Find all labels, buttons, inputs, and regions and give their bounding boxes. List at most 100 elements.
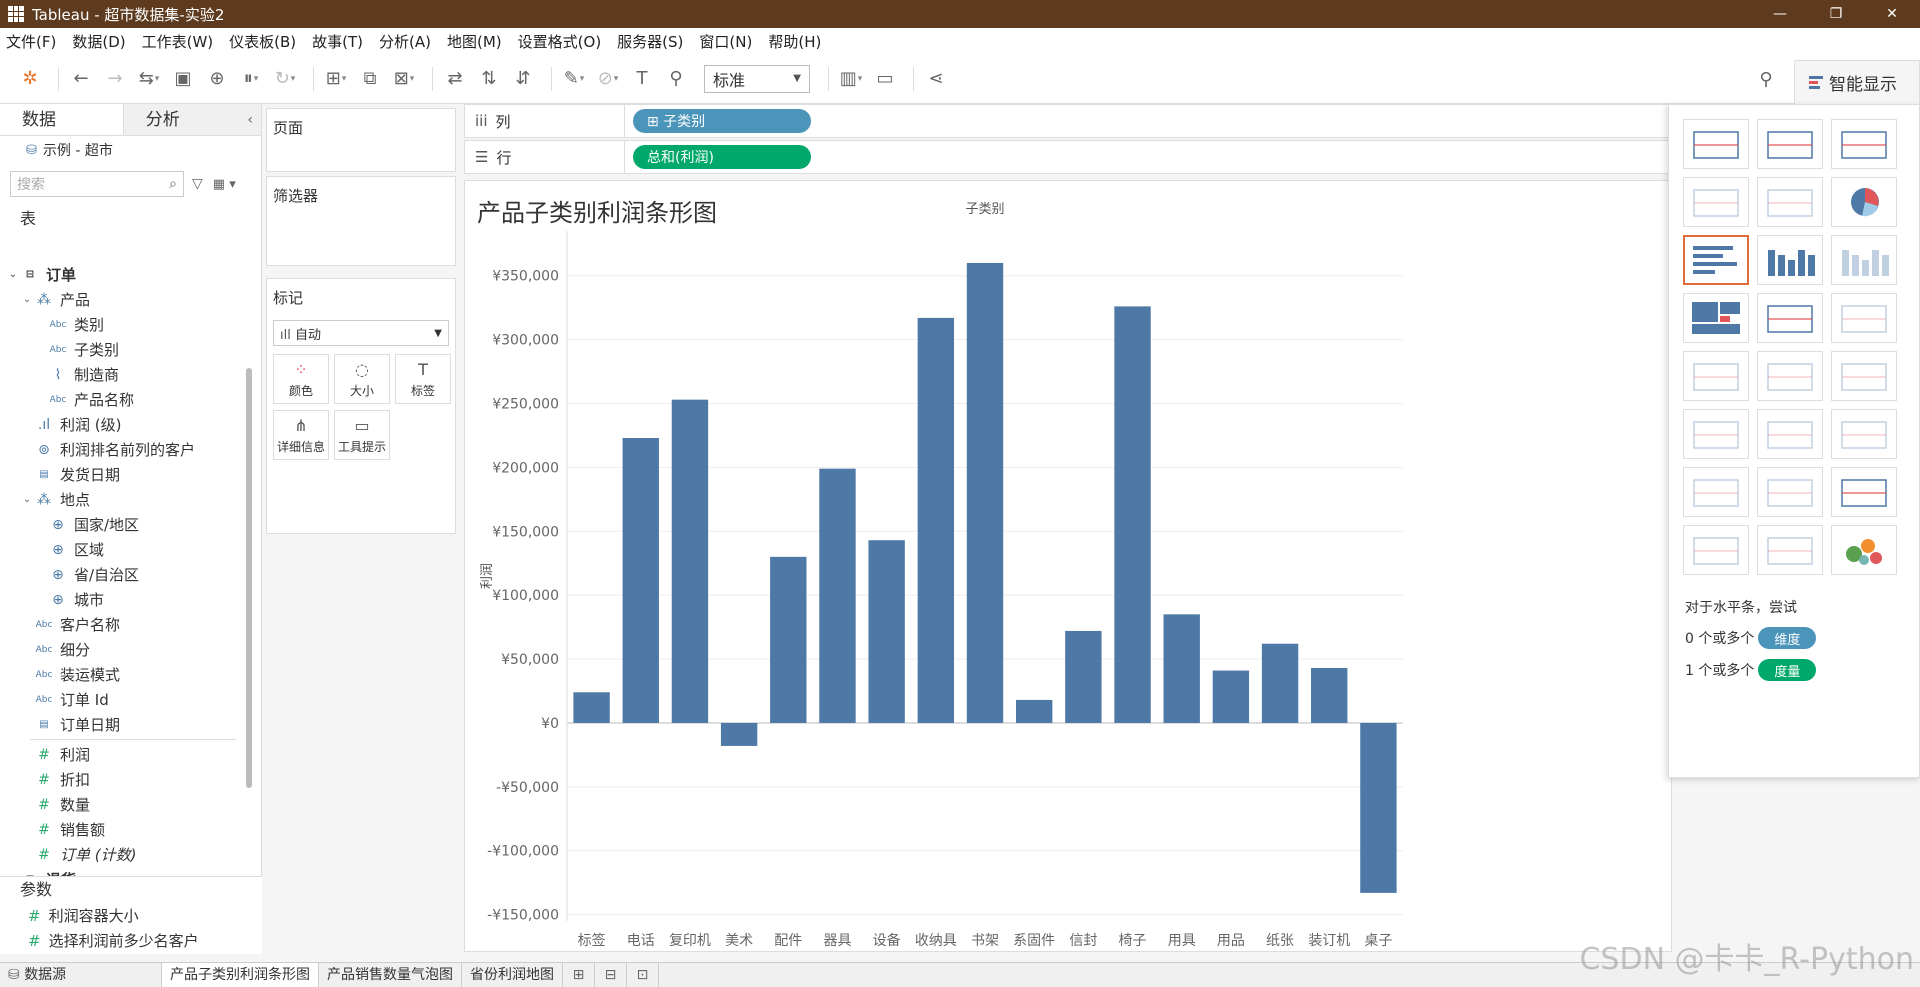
lines-continuous-chart-icon[interactable] xyxy=(1683,351,1749,401)
expand-toggle-icon[interactable]: ⌄ xyxy=(20,494,34,505)
filled-map-chart-icon[interactable] xyxy=(1757,177,1823,227)
sheet-tab[interactable]: 产品子类别利润条形图 xyxy=(162,962,319,987)
menu-file[interactable]: 文件(F) xyxy=(6,31,56,52)
field-item[interactable]: ⌇ 制造商 xyxy=(0,362,246,387)
field-item[interactable]: ⌄ ⁂ 产品 xyxy=(0,287,246,312)
menu-format[interactable]: 设置格式(O) xyxy=(518,31,602,52)
redo-icon[interactable]: → xyxy=(101,65,129,93)
new-story-icon[interactable]: ⊡ xyxy=(627,962,659,987)
filters-card[interactable]: 筛选器 xyxy=(266,176,456,266)
sheet-tab[interactable]: 省份利润地图 xyxy=(462,962,563,987)
datasource-item[interactable]: ⛁ 示例 - 超市 xyxy=(0,136,261,164)
dual-combination-chart-icon[interactable] xyxy=(1831,409,1897,459)
menu-dashboard[interactable]: 仪表板(B) xyxy=(229,31,296,52)
gantt-chart-icon[interactable] xyxy=(1683,525,1749,575)
lines-discrete-chart-icon[interactable] xyxy=(1757,351,1823,401)
presentation-mode-icon[interactable]: ▭ xyxy=(871,65,899,93)
expand-toggle-icon[interactable]: ⌄ xyxy=(6,269,20,280)
fit-dropdown[interactable]: 标准 ▼ xyxy=(704,64,810,93)
field-item[interactable]: # 折扣 xyxy=(0,767,246,792)
field-item[interactable]: Abc 订单 Id xyxy=(0,687,246,712)
highlight-icon[interactable]: ✎ xyxy=(560,65,588,93)
menu-analysis[interactable]: 分析(A) xyxy=(379,31,431,52)
scatter-plot-chart-icon[interactable] xyxy=(1683,467,1749,517)
treemap-chart-icon[interactable] xyxy=(1683,293,1749,343)
smart-show-tab[interactable]: 智能显示 xyxy=(1794,60,1920,104)
field-item[interactable]: ⊕ 省/自治区 xyxy=(0,562,246,587)
box-whisker-chart-icon[interactable] xyxy=(1831,467,1897,517)
parameter-item[interactable]: # 选择利润前多少名客户 xyxy=(0,928,262,953)
duplicate-sheet-icon[interactable]: ⧉ xyxy=(356,65,384,93)
field-item[interactable]: ▤ 发货日期 xyxy=(0,462,246,487)
field-item[interactable]: ⌄ ⊟ 订单 xyxy=(0,262,246,287)
filter-icon[interactable]: ▽ xyxy=(192,176,203,192)
label-button[interactable]: T 标签 xyxy=(395,354,451,404)
minimize-button[interactable]: — xyxy=(1752,0,1808,28)
field-item[interactable]: ⊚ 利润排名前列的客户 xyxy=(0,437,246,462)
field-item[interactable]: Abc 类别 xyxy=(0,312,246,337)
field-item[interactable]: # 订单 (计数) xyxy=(0,842,246,867)
area-continuous-chart-icon[interactable] xyxy=(1683,409,1749,459)
field-item[interactable]: ⊕ 国家/地区 xyxy=(0,512,246,537)
horizontal-bars-chart-icon[interactable] xyxy=(1683,235,1749,285)
new-worksheet-icon[interactable]: ⊞ xyxy=(322,65,350,93)
tab-data[interactable]: 数据 xyxy=(0,104,124,135)
tooltip-button[interactable]: ▭ 工具提示 xyxy=(334,410,390,460)
menu-server[interactable]: 服务器(S) xyxy=(617,31,683,52)
packed-bubbles-chart-icon[interactable] xyxy=(1831,525,1897,575)
size-button[interactable]: ◌ 大小 xyxy=(334,354,390,404)
collapse-pane-icon[interactable]: ‹ xyxy=(247,104,261,135)
detail-button[interactable]: ⋔ 详细信息 xyxy=(273,410,329,460)
search-input[interactable]: 搜索 ⌕ xyxy=(10,171,184,197)
field-item[interactable]: Abc 细分 xyxy=(0,637,246,662)
fix-axes-icon[interactable]: ⚲ xyxy=(662,65,690,93)
symbol-map-chart-icon[interactable] xyxy=(1683,177,1749,227)
new-dashboard-icon[interactable]: ⊟ xyxy=(595,962,627,987)
save-icon[interactable]: ▣ xyxy=(169,65,197,93)
pages-card[interactable]: 页面 xyxy=(266,108,456,172)
heat-map-chart-icon[interactable] xyxy=(1757,119,1823,169)
menu-worksheet[interactable]: 工作表(W) xyxy=(142,31,214,52)
new-datasource-icon[interactable]: ⊕ xyxy=(203,65,231,93)
field-item[interactable]: ⌄ ⁂ 地点 xyxy=(0,487,246,512)
tab-analysis[interactable]: 分析 xyxy=(123,104,248,135)
group-members-icon[interactable]: ⊘ xyxy=(594,65,622,93)
field-item[interactable]: # 数量 xyxy=(0,792,246,817)
new-worksheet-icon[interactable]: ⊞ xyxy=(563,962,595,987)
tableau-home-icon[interactable]: ✲ xyxy=(16,65,44,93)
sheet-tab[interactable]: 产品销售数量气泡图 xyxy=(319,962,462,987)
text-table-chart-icon[interactable] xyxy=(1683,119,1749,169)
data-pane-scrollbar[interactable] xyxy=(246,368,252,788)
swap-rows-columns-icon[interactable]: ⇄ xyxy=(441,65,469,93)
field-item[interactable]: Abc 装运模式 xyxy=(0,662,246,687)
side-by-side-circles-chart-icon[interactable] xyxy=(1831,293,1897,343)
replay-icon[interactable]: ⇆ xyxy=(135,65,163,93)
pin-icon[interactable]: ⚲ xyxy=(1752,69,1780,90)
menu-story[interactable]: 故事(T) xyxy=(312,31,363,52)
maximize-button[interactable]: ❐ xyxy=(1808,0,1864,28)
field-item[interactable]: ⊕ 区域 xyxy=(0,537,246,562)
field-item[interactable]: Abc 产品名称 xyxy=(0,387,246,412)
undo-icon[interactable]: ← xyxy=(67,65,95,93)
pie-chart-chart-icon[interactable] xyxy=(1831,177,1897,227)
columns-shelf[interactable]: iii 列 ⊞ 子类别 xyxy=(464,104,1672,138)
color-button[interactable]: ⁘ 颜色 xyxy=(273,354,329,404)
bullet-chart-icon[interactable] xyxy=(1757,525,1823,575)
sort-descending-icon[interactable]: ⇵ xyxy=(509,65,537,93)
field-item[interactable]: ▤ 订单日期 xyxy=(0,712,246,737)
menu-data[interactable]: 数据(D) xyxy=(72,31,125,52)
area-discrete-chart-icon[interactable] xyxy=(1757,409,1823,459)
expand-toggle-icon[interactable]: ⌄ xyxy=(20,294,34,305)
parameter-item[interactable]: # 利润容器大小 xyxy=(0,903,262,928)
subcategory-pill[interactable]: ⊞ 子类别 xyxy=(633,109,811,133)
view-options-icon[interactable]: ▦ ▾ xyxy=(213,177,236,192)
field-item[interactable]: Abc 子类别 xyxy=(0,337,246,362)
field-item[interactable]: .ıl 利润 (级) xyxy=(0,412,246,437)
side-by-side-bars-chart-icon[interactable] xyxy=(1831,235,1897,285)
rows-shelf[interactable]: ☰ 行 总和(利润) xyxy=(464,140,1672,174)
field-item[interactable]: # 销售额 xyxy=(0,817,246,842)
show-cards-icon[interactable]: ▥ xyxy=(837,65,865,93)
menu-map[interactable]: 地图(M) xyxy=(447,31,502,52)
sum-profit-pill[interactable]: 总和(利润) xyxy=(633,145,811,169)
close-button[interactable]: ✕ xyxy=(1864,0,1920,28)
